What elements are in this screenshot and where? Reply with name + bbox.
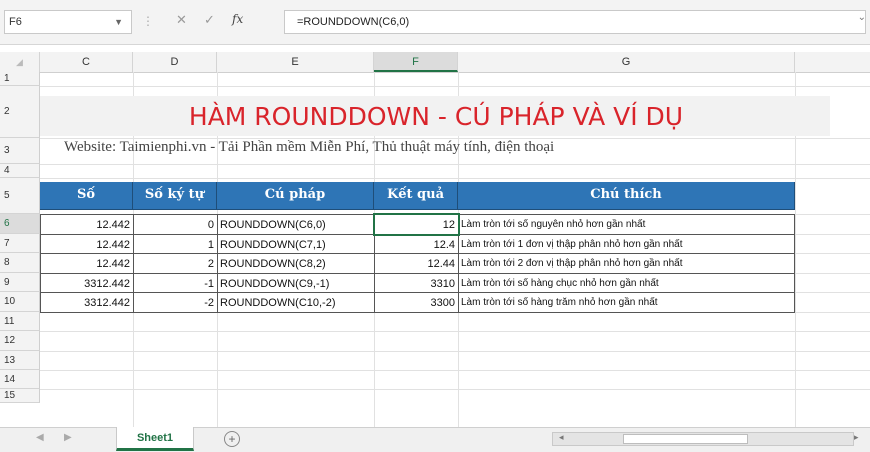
column-headers: ◢ C D E F G — [0, 52, 870, 73]
table-cell[interactable]: 1 — [133, 234, 218, 254]
table-cell[interactable]: Làm tròn tới số nguyên nhỏ hơn gần nhất — [458, 214, 795, 235]
row-header-10[interactable]: 10 — [0, 292, 40, 312]
row-header-5[interactable]: 5 — [0, 178, 40, 214]
table-cell[interactable]: ROUNDDOWN(C7,1) — [217, 234, 375, 254]
horizontal-scrollbar[interactable]: ◂ — [552, 432, 854, 446]
formula-bar-grip-icon: ⋮ — [142, 14, 154, 28]
table-cell[interactable]: 12.442 — [40, 214, 134, 235]
column-header-next[interactable] — [795, 52, 870, 72]
table-cell[interactable]: 12.442 — [40, 253, 134, 274]
scroll-left-icon[interactable]: ◂ — [559, 432, 564, 443]
row-header-8[interactable]: 8 — [0, 253, 40, 273]
active-cell-f6[interactable] — [373, 213, 460, 236]
row-header-1[interactable]: 1 — [0, 72, 40, 86]
table-cell[interactable]: ROUNDDOWN(C10,-2) — [217, 292, 375, 313]
row-header-12[interactable]: 12 — [0, 331, 40, 351]
table-cell[interactable]: Làm tròn tới số hàng chục nhỏ hơn gần nh… — [458, 273, 795, 293]
sheet-title: HÀM ROUNDDOWN - CÚ PHÁP VÀ VÍ DỤ — [188, 102, 684, 131]
cancel-icon[interactable]: ✕ — [176, 12, 187, 28]
table-cell[interactable]: Làm tròn tới 2 đơn vị thập phân nhỏ hơn … — [458, 253, 795, 274]
column-header-d[interactable]: D — [133, 52, 217, 72]
scroll-right-icon[interactable]: ▸ — [854, 432, 864, 446]
tab-sheet1[interactable]: Sheet1 — [116, 427, 194, 451]
header-so-ky-tu: Số ký tự — [133, 182, 217, 210]
table-cell[interactable]: 12.4 — [374, 234, 459, 254]
header-so: Số — [40, 182, 133, 210]
table-cell[interactable]: 12.442 — [40, 234, 134, 254]
row-header-6[interactable]: 6 — [0, 214, 40, 234]
tab-scroll-right-icon[interactable]: ▶ — [64, 432, 72, 443]
scrollbar-thumb[interactable] — [623, 434, 748, 444]
column-header-g[interactable]: G — [458, 52, 795, 72]
table-cell[interactable]: Làm tròn tới số hàng trăm nhỏ hơn gần nh… — [458, 292, 795, 313]
table-cell[interactable]: 3300 — [374, 292, 459, 313]
header-chu-thich: Chú thích — [458, 182, 795, 210]
row-header-14[interactable]: 14 — [0, 370, 40, 389]
row-header-11[interactable]: 11 — [0, 312, 40, 331]
row-header-9[interactable]: 9 — [0, 273, 40, 292]
table-cell[interactable]: ROUNDDOWN(C8,2) — [217, 253, 375, 274]
formula-text: =ROUNDDOWN(C6,0) — [297, 16, 410, 28]
column-header-e[interactable]: E — [217, 52, 374, 72]
row-header-15[interactable]: 15 — [0, 389, 40, 403]
row-header-7[interactable]: 7 — [0, 234, 40, 253]
row-header-13[interactable]: 13 — [0, 351, 40, 370]
column-header-c[interactable]: C — [40, 52, 133, 72]
website-line: Website: Taimienphi.vn - Tải Phần mềm Mi… — [64, 139, 555, 155]
name-box-value: F6 — [9, 16, 22, 28]
chevron-down-icon[interactable]: ▼ — [114, 11, 123, 33]
table-cell[interactable]: Làm tròn tới 1 đơn vị thập phân nhỏ hơn … — [458, 234, 795, 254]
name-box[interactable]: F6 ▼ — [4, 10, 132, 34]
table-cell[interactable]: 12.44 — [374, 253, 459, 274]
table-cell[interactable]: 3312.442 — [40, 292, 134, 313]
table-cell[interactable]: 3310 — [374, 273, 459, 293]
row-header-3[interactable]: 3 — [0, 138, 40, 164]
row-header-4[interactable]: 4 — [0, 164, 40, 178]
sheet-tab-bar: ◀ ▶ Sheet1 + ◂ ▸ — [0, 427, 870, 452]
column-header-f[interactable]: F — [374, 52, 458, 72]
expand-formula-icon[interactable]: ⌄ — [858, 12, 866, 23]
table-cell[interactable]: 3312.442 — [40, 273, 134, 293]
table-cell[interactable]: 0 — [133, 214, 218, 235]
formula-bar: F6 ▼ ⋮ ✕ ✓ fx =ROUNDDOWN(C6,0) ⌄ — [0, 0, 870, 45]
worksheet-grid[interactable]: HÀM ROUNDDOWN - CÚ PHÁP VÀ VÍ DỤ Website… — [40, 72, 870, 427]
select-all-corner[interactable]: ◢ — [0, 52, 40, 72]
formula-input[interactable]: =ROUNDDOWN(C6,0) — [284, 10, 866, 34]
header-ket-qua: Kết quả — [374, 182, 458, 210]
add-sheet-button[interactable]: + — [224, 431, 240, 447]
table-cell[interactable]: -1 — [133, 273, 218, 293]
tab-scroll-left-icon[interactable]: ◀ — [36, 432, 44, 443]
row-header-2[interactable]: 2 — [0, 86, 40, 138]
header-cu-phap: Cú pháp — [217, 182, 374, 210]
table-cell[interactable]: ROUNDDOWN(C6,0) — [217, 214, 375, 235]
table-cell[interactable]: 2 — [133, 253, 218, 274]
table-cell[interactable]: ROUNDDOWN(C9,-1) — [217, 273, 375, 293]
insert-function-icon[interactable]: fx — [232, 12, 243, 26]
enter-check-icon[interactable]: ✓ — [204, 12, 215, 28]
table-cell[interactable]: -2 — [133, 292, 218, 313]
